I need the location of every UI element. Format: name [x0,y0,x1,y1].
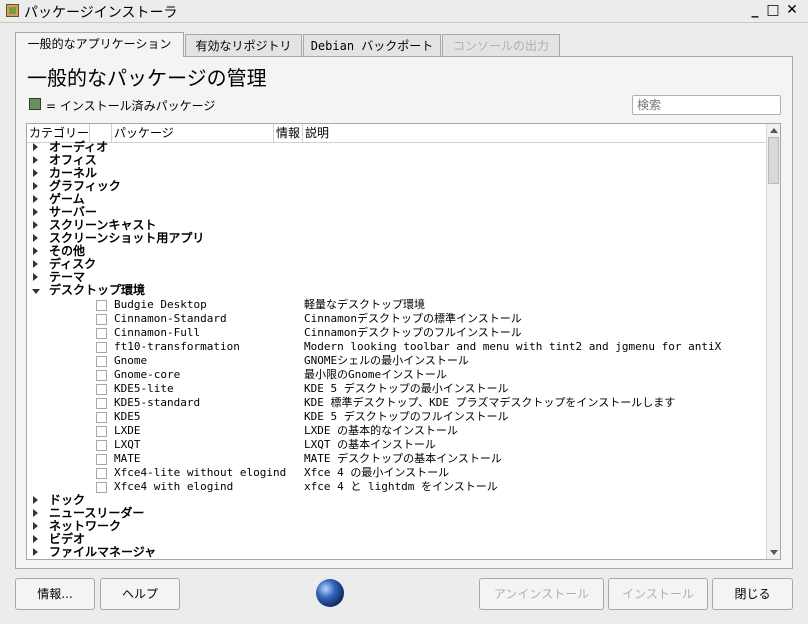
scrollbar-thumb[interactable] [768,137,779,184]
package-checkbox[interactable] [96,314,107,325]
expand-arrow-icon[interactable] [33,522,38,530]
package-description: Modern looking toolbar and menu with tin… [304,340,722,353]
package-name: LXQT [114,438,141,451]
package-description: LXQT の基本インストール [304,438,436,451]
package-tree[interactable]: カテゴリー パッケージ 情報 説明 オーディオ オフィス カーネル グラフィック… [26,123,781,560]
package-checkbox[interactable] [96,426,107,437]
package-name: Cinnamon-Standard [114,312,227,325]
tree-header: カテゴリー パッケージ 情報 説明 [27,124,768,143]
package-checkbox[interactable] [96,468,107,479]
expand-arrow-icon[interactable] [33,548,38,556]
column-description[interactable]: 説明 [303,124,768,142]
package-description: xfce 4 と lightdm をインストール [304,480,498,493]
package-description: LXDE の基本的なインストール [304,424,458,437]
package-description: KDE 5 デスクトップのフルインストール [304,410,509,423]
expand-arrow-icon[interactable] [33,208,38,216]
window-title: パッケージインストーラ [24,5,178,21]
package-checkbox[interactable] [96,300,107,311]
close-button[interactable]: 閉じる [712,578,793,610]
package-checkbox[interactable] [96,454,107,465]
package-description: Xfce 4 の最小インストール [304,466,450,479]
package-name: Xfce4-lite without elogind [114,466,287,479]
package-checkbox[interactable] [96,384,107,395]
package-checkbox[interactable] [96,342,107,353]
tab-console-output[interactable]: コンソールの出力 [442,34,560,56]
scroll-down-icon[interactable] [770,550,778,555]
expand-arrow-icon[interactable] [33,182,38,190]
package-name: LXDE [114,424,141,437]
package-name: MATE [114,452,141,465]
globe-icon [316,579,344,607]
expand-arrow-icon[interactable] [33,535,38,543]
package-description: 最小限のGnomeインストール [304,368,447,381]
column-package[interactable]: パッケージ [112,124,274,142]
expand-arrow-icon[interactable] [33,509,38,517]
package-name: Xfce4 with elogind [114,480,234,493]
category-desktop-environments[interactable]: デスクトップ環境 [49,284,145,297]
expand-arrow-icon[interactable] [33,496,38,504]
search-input[interactable] [632,95,781,115]
package-description: Cinnamonデスクトップの標準インストール [304,312,522,325]
page-title: 一般的なパッケージの管理 [27,66,267,90]
expand-arrow-icon[interactable] [33,143,38,151]
category-file-manager[interactable]: ファイルマネージャ [49,546,156,559]
help-button[interactable]: ヘルプ [100,578,180,610]
tab-enabled-repos[interactable]: 有効なリポジトリ [185,34,302,56]
legend-text: = インストール済みパッケージ [46,99,216,113]
package-name: Budgie Desktop [114,298,207,311]
tab-general-apps[interactable]: 一般的なアプリケーション [15,32,184,57]
close-icon[interactable]: ✕ [785,3,799,17]
tab-debian-backports[interactable]: Debian バックポート [303,34,441,56]
package-checkbox[interactable] [96,328,107,339]
package-name: ft10-transformation [114,340,240,353]
package-name: Cinnamon-Full [114,326,201,339]
installed-color-swatch [29,98,41,110]
column-info[interactable]: 情報 [274,124,303,142]
package-description: Cinnamonデスクトップのフルインストール [304,326,522,339]
package-description: KDE 5 デスクトップの最小インストール [304,382,509,395]
expand-arrow-icon[interactable] [33,260,38,268]
app-icon [6,4,19,17]
expand-arrow-icon[interactable] [33,247,38,255]
package-name: Gnome [114,354,148,367]
package-checkbox[interactable] [96,440,107,451]
collapse-arrow-icon[interactable] [32,289,40,294]
scroll-up-icon[interactable] [770,128,778,133]
expand-arrow-icon[interactable] [33,169,38,177]
package-checkbox[interactable] [96,482,107,493]
package-checkbox[interactable] [96,398,107,409]
package-description: GNOMEシェルの最小インストール [304,354,469,367]
package-name: KDE5-lite [114,382,174,395]
package-checkbox[interactable] [96,370,107,381]
package-description: KDE 標準デスクトップ、KDE プラズマデスクトップをインストールします [304,396,676,409]
package-description: 軽量なデスクトップ環境 [304,298,425,311]
expand-arrow-icon[interactable] [33,273,38,281]
vertical-scrollbar[interactable] [766,124,780,559]
expand-arrow-icon[interactable] [33,221,38,229]
minimize-icon[interactable]: _ [748,3,762,17]
uninstall-button[interactable]: アンインストール [479,578,604,610]
title-bar: パッケージインストーラ _ □ ✕ [0,0,808,23]
maximize-icon[interactable]: □ [766,3,780,17]
package-name: KDE5 [114,410,141,423]
expand-arrow-icon[interactable] [33,234,38,242]
info-button[interactable]: 情報... [15,578,95,610]
package-description: MATE デスクトップの基本インストール [304,452,502,465]
package-name: Gnome-core [114,368,181,381]
package-checkbox[interactable] [96,356,107,367]
install-button[interactable]: インストール [608,578,708,610]
package-name: KDE5-standard [114,396,201,409]
package-checkbox[interactable] [96,412,107,423]
expand-arrow-icon[interactable] [33,195,38,203]
expand-arrow-icon[interactable] [33,156,38,164]
